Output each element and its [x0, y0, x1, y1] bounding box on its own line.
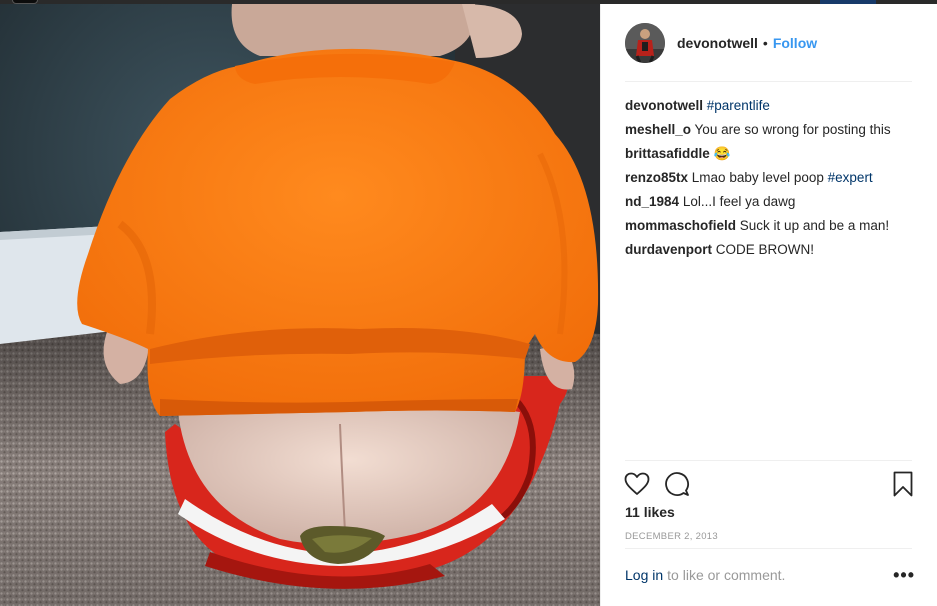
post-date: DECEMBER 2, 2013: [625, 531, 718, 542]
bookmark-outline-icon: [893, 471, 913, 497]
action-bar: [623, 470, 917, 502]
comment-text: Lmao baby level poop: [691, 170, 824, 185]
speech-bubble-icon: [665, 472, 689, 496]
comment-item: mommaschofield Suck it up and be a man!: [625, 214, 915, 238]
comment-item: nd_1984 Lol...I feel ya dawg: [625, 190, 915, 214]
comment-text: You are so wrong for posting this: [694, 122, 891, 137]
avatar[interactable]: [625, 23, 665, 63]
footer-divider: [625, 548, 912, 549]
save-button[interactable]: [889, 470, 917, 498]
separator-dot: •: [762, 35, 768, 51]
baby-back-photo: [0, 4, 600, 606]
comment-hashtag[interactable]: #expert: [828, 170, 873, 185]
login-link[interactable]: Log in: [625, 567, 663, 583]
comment-text: CODE BROWN!: [715, 242, 815, 257]
comment-item: renzo85tx Lmao baby level poop #expert: [625, 166, 915, 190]
comment-item: durdavenport CODE BROWN!: [625, 238, 915, 262]
comment-username[interactable]: meshell_o: [625, 122, 691, 137]
follow-button[interactable]: Follow: [773, 35, 817, 51]
comment-hashtag[interactable]: #parentlife: [707, 98, 770, 113]
post-photo: [0, 4, 600, 606]
comment-item: meshell_o You are so wrong for posting t…: [625, 118, 915, 142]
post-header: devonotwell • Follow: [601, 4, 937, 82]
likes-count[interactable]: 11 likes: [625, 504, 675, 520]
post-side-panel: devonotwell • Follow devonotwell #parent…: [600, 4, 937, 606]
comment-username[interactable]: nd_1984: [625, 194, 679, 209]
post-username[interactable]: devonotwell: [677, 35, 758, 51]
heart-outline-icon: [624, 472, 650, 495]
header-divider: [625, 81, 912, 82]
login-prompt-text: to like or comment.: [667, 567, 786, 583]
like-button[interactable]: [623, 470, 651, 498]
comment-item: devonotwell #parentlife: [625, 94, 915, 118]
comment-username[interactable]: renzo85tx: [625, 170, 688, 185]
post-modal: devonotwell • Follow devonotwell #parent…: [0, 4, 937, 606]
comment-text: Lol...I feel ya dawg: [682, 194, 796, 209]
comment-text: Suck it up and be a man!: [739, 218, 890, 233]
comment-item: brittasafiddle 😂: [625, 142, 915, 166]
comment-username[interactable]: brittasafiddle: [625, 146, 710, 161]
comment-button[interactable]: [663, 470, 691, 498]
comment-footer: Log in to like or comment. •••: [625, 565, 915, 587]
actions-divider: [625, 460, 912, 461]
comment-username[interactable]: durdavenport: [625, 242, 712, 257]
comment-username[interactable]: mommaschofield: [625, 218, 736, 233]
comment-text: 😂: [713, 146, 731, 161]
more-options-button[interactable]: •••: [893, 565, 915, 586]
comment-list: devonotwell #parentlife meshell_o You ar…: [625, 94, 915, 262]
comment-username[interactable]: devonotwell: [625, 98, 703, 113]
